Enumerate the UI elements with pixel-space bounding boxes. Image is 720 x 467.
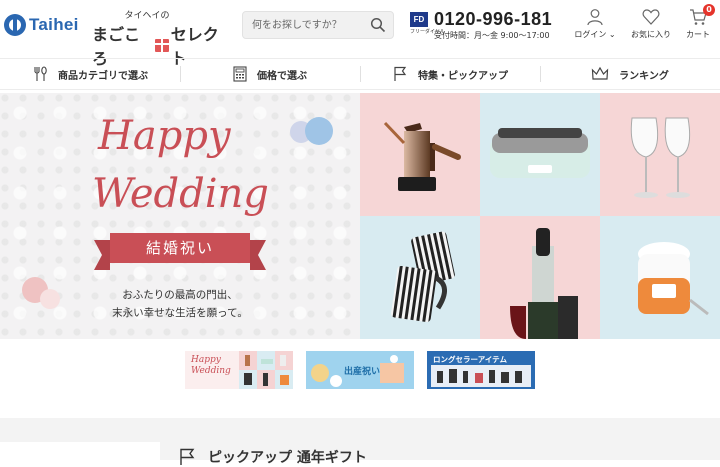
- site-header: Taihei タイヘイの まごころ セレクト FD フリーダイヤル 0120-9…: [0, 0, 720, 68]
- nav-item-price[interactable]: 価格で選ぶ: [180, 59, 360, 89]
- hero-message-1: おふたりの最高の門出、: [122, 289, 238, 301]
- user-icon: [587, 9, 603, 26]
- hero-message-2: 末永い幸せな生活を願って。: [112, 307, 248, 319]
- sidebar-box: [0, 442, 160, 460]
- flag-icon: [180, 448, 195, 465]
- search-input[interactable]: [243, 12, 370, 38]
- cart-label: カート: [686, 30, 710, 39]
- banner-longseller[interactable]: ロングセラーアイテム: [427, 351, 535, 389]
- favorites-label: お気に入り: [631, 30, 671, 39]
- calculator-icon: [233, 66, 247, 82]
- hero-title-happy: Happy: [98, 113, 231, 159]
- free-dial-icon: FD: [410, 12, 428, 27]
- nav-item-category[interactable]: 商品カテゴリで選ぶ: [0, 59, 180, 89]
- gift-icon: [155, 38, 170, 52]
- section-title: ピックアップ 通年ギフト: [178, 447, 367, 467]
- hero-title-wedding: Wedding: [92, 171, 269, 217]
- brand-kana: タイヘイの: [124, 11, 170, 21]
- taihei-logo[interactable]: Taihei: [4, 10, 79, 40]
- phone-number[interactable]: 0120-996-181: [434, 9, 552, 30]
- hero-ribbon: 結婚祝い: [94, 233, 266, 270]
- nav-label: ランキング: [619, 70, 669, 82]
- logo-text: Taihei: [29, 15, 79, 34]
- flower-decoration: [305, 117, 333, 145]
- nav-label: 特集・ピックアップ: [418, 70, 508, 82]
- banner-wedding[interactable]: Happy Wedding: [185, 351, 293, 389]
- main-nav: 商品カテゴリで選ぶ 価格で選ぶ 特集・ピックアップ ランキング: [0, 58, 720, 90]
- banner-birth-label: 出産祝い: [343, 367, 380, 377]
- crown-icon: [591, 66, 609, 80]
- product-image-wine-aerator: [480, 216, 600, 339]
- banner-wedding-label: Happy Wedding: [191, 355, 231, 376]
- nav-item-feature[interactable]: 特集・ピックアップ: [360, 59, 540, 89]
- product-image-yogurt-maker: [600, 216, 720, 339]
- banner-birth[interactable]: 出産祝い: [306, 351, 414, 389]
- section-title-text: ピックアップ 通年ギフト: [208, 450, 367, 466]
- free-dial-label: フリーダイヤル: [410, 29, 445, 35]
- logo-mark-icon: [4, 14, 26, 36]
- login-label: ログイン: [574, 30, 607, 39]
- cart-count-badge: 0: [703, 4, 715, 16]
- product-image-wine-glasses: [600, 93, 720, 216]
- search-box: [242, 11, 394, 39]
- chevron-down-icon: ⌄: [606, 30, 616, 39]
- product-image-kettle: [360, 93, 480, 216]
- nav-item-ranking[interactable]: ランキング: [540, 59, 720, 89]
- nav-label: 商品カテゴリで選ぶ: [58, 70, 148, 82]
- favorites-button[interactable]: お気に入り: [628, 8, 674, 40]
- hero-wedding-panel: Happy Wedding 結婚祝い おふたりの最高の門出、 末永い幸せな生活を…: [0, 93, 360, 339]
- product-image-hotplate: [480, 93, 600, 216]
- nav-label: 価格で選ぶ: [257, 70, 307, 82]
- login-button[interactable]: ログイン ⌄: [572, 8, 618, 40]
- flag-icon: [394, 66, 407, 81]
- phone-hours: 受付時間：月～金 9:00～17:00: [434, 31, 550, 40]
- search-icon[interactable]: [370, 17, 386, 33]
- heart-icon: [642, 9, 660, 25]
- fork-spoon-icon: [34, 66, 47, 81]
- hero-banner[interactable]: Happy Wedding 結婚祝い おふたりの最高の門出、 末永い幸せな生活を…: [0, 93, 720, 339]
- product-image-mugs: [360, 216, 480, 339]
